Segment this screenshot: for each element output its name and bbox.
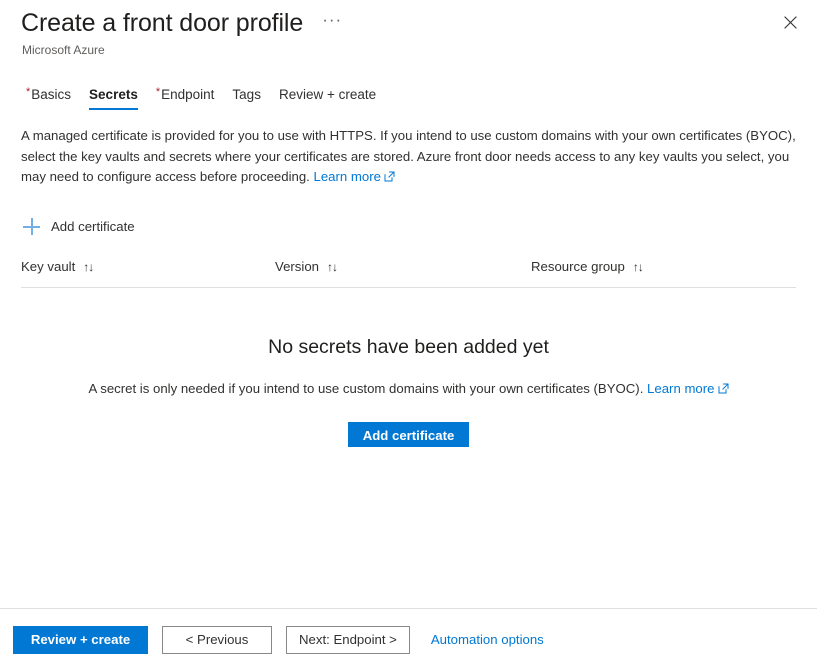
command-bar: Add certificate <box>21 215 796 239</box>
blade-content: A managed certificate is provided for yo… <box>0 126 817 447</box>
title-row: Create a front door profile ··· <box>0 8 817 38</box>
description-learn-more-label: Learn more <box>313 169 381 184</box>
secrets-description: A managed certificate is provided for yo… <box>21 126 796 189</box>
tab-review-create[interactable]: Review + create <box>270 86 385 112</box>
add-certificate-command-label: Add certificate <box>51 219 135 234</box>
empty-state-subtitle-text: A secret is only needed if you intend to… <box>88 380 644 396</box>
empty-state-learn-more-label: Learn more <box>647 380 715 396</box>
tab-review-create-label: Review + create <box>278 87 377 102</box>
tab-secrets[interactable]: Secrets <box>80 86 147 112</box>
wizard-tabs: *Basics Secrets *Endpoint Tags Review + … <box>0 81 817 112</box>
tab-secrets-label: Secrets <box>89 87 138 102</box>
secrets-description-text: A managed certificate is provided for yo… <box>21 128 796 184</box>
add-certificate-button[interactable]: Add certificate <box>347 421 470 447</box>
column-header-resource-group[interactable]: Resource group ↑↓ <box>531 259 796 274</box>
empty-state: No secrets have been added yet A secret … <box>21 334 796 447</box>
empty-state-title: No secrets have been added yet <box>268 335 549 358</box>
next-endpoint-button[interactable]: Next: Endpoint > <box>286 625 410 654</box>
blade-subtitle: Microsoft Azure <box>22 43 105 57</box>
previous-button[interactable]: < Previous <box>162 625 272 654</box>
more-options-icon[interactable]: ··· <box>317 11 347 36</box>
close-button[interactable] <box>775 7 805 37</box>
tab-endpoint-label: Endpoint <box>161 87 215 102</box>
page-title: Create a front door profile <box>21 9 304 37</box>
blade-header: Create a front door profile ··· Microsof… <box>0 0 817 57</box>
column-header-key-vault[interactable]: Key vault ↑↓ <box>21 259 275 274</box>
column-header-key-vault-label: Key vault <box>21 259 76 274</box>
required-asterisk-endpoint: * <box>155 86 161 98</box>
close-icon <box>783 15 797 29</box>
sort-icon-resource-group: ↑↓ <box>632 259 644 274</box>
tab-basics-label: Basics <box>31 87 72 102</box>
empty-state-learn-more-link[interactable]: Learn more <box>647 381 728 396</box>
sort-icon-key-vault: ↑↓ <box>83 259 94 274</box>
tab-tags-label: Tags <box>232 87 261 102</box>
plus-icon <box>23 218 40 235</box>
add-certificate-command[interactable]: Add certificate <box>21 216 139 237</box>
review-create-button[interactable]: Review + create <box>13 625 148 654</box>
wizard-footer: Review + create < Previous Next: Endpoin… <box>0 608 817 670</box>
tab-tags[interactable]: Tags <box>223 86 270 112</box>
column-header-resource-group-label: Resource group <box>531 259 625 274</box>
description-learn-more-link[interactable]: Learn more <box>314 169 395 184</box>
empty-state-subtitle: A secret is only needed if you intend to… <box>21 379 796 399</box>
tab-basics[interactable]: *Basics <box>17 86 80 112</box>
required-asterisk-basics: * <box>26 86 31 98</box>
table-header-row: Key vault ↑↓ Version ↑↓ Resource group ↑… <box>21 255 796 288</box>
sort-icon-version: ↑↓ <box>327 259 338 274</box>
tab-endpoint[interactable]: *Endpoint <box>147 86 224 112</box>
column-header-version[interactable]: Version ↑↓ <box>275 259 531 274</box>
secrets-table: Key vault ↑↓ Version ↑↓ Resource group ↑… <box>21 255 796 288</box>
automation-options-link[interactable]: Automation options <box>431 632 544 647</box>
column-header-version-label: Version <box>275 259 319 274</box>
external-link-icon <box>384 168 395 189</box>
external-link-icon <box>718 380 729 399</box>
